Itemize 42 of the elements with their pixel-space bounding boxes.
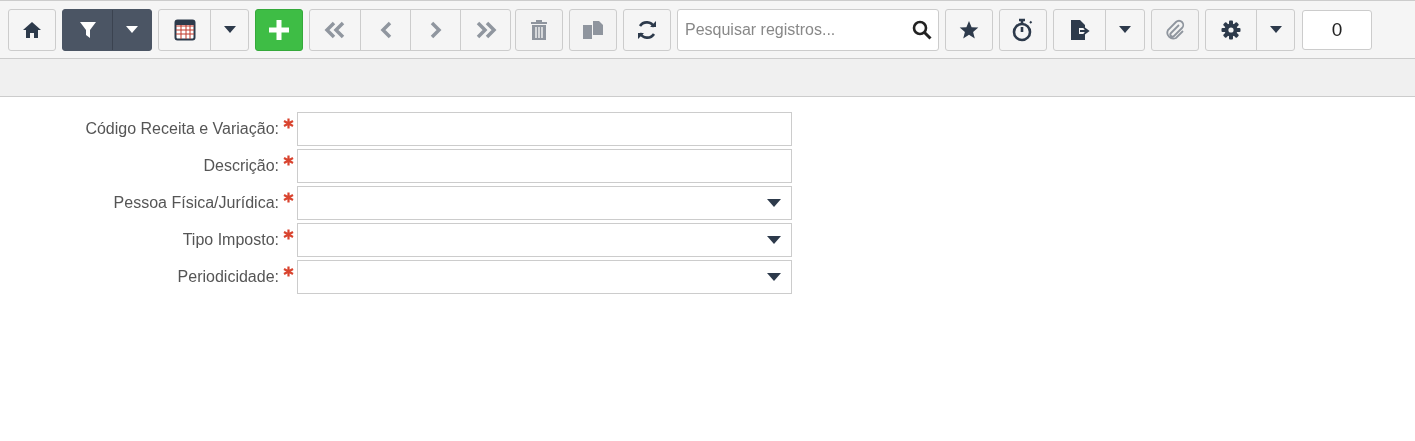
search-field[interactable]: Pesquisar registros... — [677, 8, 939, 51]
caret-icon — [126, 26, 138, 33]
chevron-left-icon — [379, 20, 392, 39]
field-label: Periodicidade: — [176, 268, 279, 286]
settings-icon — [1221, 19, 1241, 40]
home-button[interactable] — [8, 8, 56, 51]
copy-icon — [582, 18, 604, 41]
select-field[interactable] — [297, 186, 792, 220]
caret-icon — [767, 236, 781, 244]
search-input[interactable]: Pesquisar registros... — [683, 19, 912, 40]
select-field[interactable] — [297, 223, 792, 257]
text-field[interactable] — [297, 112, 792, 146]
star-icon — [959, 19, 979, 40]
table-icon — [173, 18, 196, 41]
home-icon — [22, 20, 42, 39]
file-export-icon — [1069, 18, 1090, 41]
search-icon — [912, 19, 932, 40]
favorite-button[interactable] — [945, 8, 993, 51]
double-chevron-right-icon — [474, 20, 497, 39]
timer-button[interactable] — [999, 8, 1047, 51]
field-label: Tipo Imposto: — [181, 231, 279, 249]
record-counter: 0 — [1302, 9, 1372, 50]
refresh-button[interactable] — [623, 8, 671, 51]
double-chevron-left-icon — [324, 20, 346, 39]
refresh-icon — [636, 18, 658, 41]
select-field[interactable] — [297, 260, 792, 294]
caret-icon — [223, 26, 236, 33]
field-label: Pessoa Física/Jurídica: — [112, 194, 279, 212]
chevron-right-icon — [429, 20, 442, 39]
add-button[interactable] — [255, 8, 303, 51]
field-label: Descrição: — [202, 157, 279, 175]
filter-icon — [78, 19, 97, 40]
plus-icon — [268, 18, 290, 41]
paperclip-icon — [1164, 18, 1186, 41]
text-field[interactable] — [297, 149, 792, 183]
stopwatch-icon — [1012, 17, 1034, 42]
caret-icon — [1119, 26, 1131, 33]
trash-icon — [530, 18, 548, 41]
field-label: Código Receita e Variação: — [84, 120, 279, 138]
caret-icon — [767, 273, 781, 281]
caret-icon — [1269, 26, 1282, 33]
caret-icon — [767, 199, 781, 207]
